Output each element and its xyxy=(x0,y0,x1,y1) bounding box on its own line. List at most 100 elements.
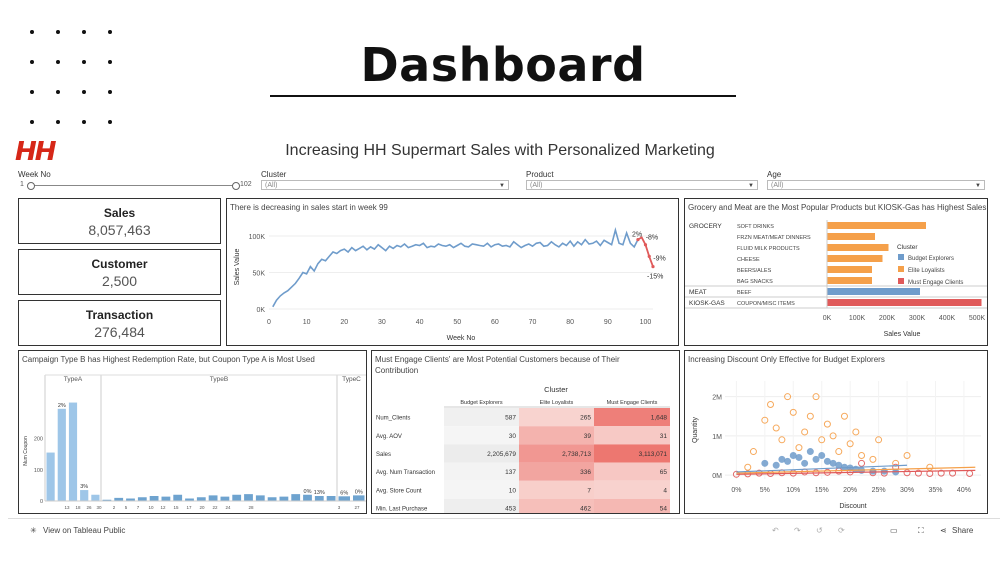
x-tick-label: 5 xyxy=(125,505,128,510)
campaign-panel: Campaign Type B has Highest Redemption R… xyxy=(18,350,367,514)
comment-icon[interactable]: ▭ xyxy=(890,526,898,535)
bar-label: 13% xyxy=(314,490,325,496)
fullscreen-icon[interactable]: ⛶ xyxy=(918,526,924,536)
kpi-label: Transaction xyxy=(85,308,154,322)
x-tick-label: 25% xyxy=(872,487,886,494)
legend-swatch xyxy=(898,278,904,284)
x-tick-label: 2 xyxy=(113,505,116,510)
row-label: Avg. Store Count xyxy=(376,488,422,494)
coupon-bar xyxy=(267,497,277,501)
kpi-card-transaction: Transaction 276,484 xyxy=(18,300,221,346)
product-label: FLUID MILK PRODUCTS xyxy=(737,246,800,252)
table-cell-bg xyxy=(594,426,670,445)
coupon-bar xyxy=(91,494,100,501)
age-filter-value: (All) xyxy=(771,182,784,189)
x-tick-label: 28 xyxy=(248,505,254,510)
campaign-chart[interactable]: Num Coupon0100200TypeA2%3%TypeB0% 13%Type… xyxy=(19,351,366,513)
table-cell-value: 137 xyxy=(505,469,516,476)
undo-icon[interactable]: ↶ xyxy=(772,526,779,535)
share-icon[interactable]: ⋖ xyxy=(940,526,947,535)
decline-point xyxy=(643,243,648,247)
y-axis-title: Sales Value xyxy=(234,248,241,285)
panel-header: TypeB xyxy=(210,376,228,383)
product-label: COUPON/MISC ITEMS xyxy=(737,301,795,307)
annotation-label: 2% xyxy=(632,232,642,239)
product-filter-select[interactable]: (All) ▼ xyxy=(526,180,758,190)
discount-scatter-panel: Increasing Discount Only Effective for B… xyxy=(684,350,988,514)
brand-logo: HH xyxy=(15,137,57,167)
scatter-point xyxy=(812,455,820,463)
x-tick-label: 200K xyxy=(879,315,896,322)
y-axis-title: Quantity xyxy=(692,416,699,443)
x-axis-title: Week No xyxy=(447,335,476,342)
scatter-point xyxy=(806,448,814,456)
x-axis-title: Discount xyxy=(839,503,866,510)
cluster-table[interactable]: ClusterBudget Explorers Elite Loyalists Mu… xyxy=(372,351,679,513)
table-cell-value: 2,205,679 xyxy=(487,451,516,458)
sales-trend-panel: There is decreasing in sales start in we… xyxy=(226,198,679,346)
table-cell-bg xyxy=(519,480,594,499)
product-label: CHEESE xyxy=(737,257,760,263)
column-header: Budget Explorers xyxy=(460,400,502,406)
scatter-point xyxy=(795,453,803,461)
x-tick-label: 0K xyxy=(823,315,832,322)
coupon-bar xyxy=(338,496,350,501)
bar-label: 6% xyxy=(340,490,348,496)
y-tick-label: 2M xyxy=(712,395,722,402)
share-button[interactable]: Share xyxy=(952,526,973,535)
scatter-point xyxy=(926,463,934,471)
column-header: Elite Loyalists xyxy=(540,400,574,406)
sales-trend-chart[interactable]: 0K 50K 100K 0 10 20 30 40 50 60 70 80 90 100 Week No Sa… xyxy=(227,199,678,345)
scatter-point xyxy=(823,420,831,428)
annotation-label: -8% xyxy=(646,234,658,241)
week-slider-min-handle[interactable] xyxy=(27,182,35,190)
tableau-icon: ✳ xyxy=(30,526,37,535)
week-filter-label: Week No xyxy=(18,170,51,179)
x-tick-label: 12 xyxy=(160,505,166,510)
group-label: GROCERY xyxy=(689,223,722,230)
kpi-card-customer: Customer 2,500 xyxy=(18,249,221,295)
title-underline xyxy=(270,95,736,97)
panel-header: TypeC xyxy=(342,376,361,383)
table-cell-value: 30 xyxy=(509,433,517,440)
product-label: BEEF xyxy=(737,290,752,296)
x-tick-label: 7 xyxy=(137,505,140,510)
refresh-icon[interactable]: ⟳ xyxy=(838,526,845,535)
discount-scatter-chart[interactable]: 0M 1M 2M 0% 5% 10% 15% 20% 25% 30% 35% 40% Discount Q… xyxy=(685,351,987,513)
x-tick-label: 30 xyxy=(378,319,386,326)
decorative-dots xyxy=(30,30,140,130)
legend-title: Cluster xyxy=(897,244,918,251)
week-slider[interactable] xyxy=(27,182,240,190)
decline-series-line xyxy=(637,236,654,267)
product-sales-chart[interactable]: GROCERY SOFT DRINKS FRZN MEAT/MEAT DINNERS… xyxy=(685,199,987,345)
redo-icon[interactable]: ↷ xyxy=(794,526,801,535)
scatter-point xyxy=(829,459,837,467)
week-slider-max-handle[interactable] xyxy=(232,182,240,190)
view-on-tableau-link[interactable]: View on Tableau Public xyxy=(43,526,125,535)
product-bar xyxy=(827,244,889,251)
scatter-point xyxy=(767,401,775,409)
kpi-card-sales: Sales 8,057,463 xyxy=(18,198,221,244)
x-tick-label: 27 xyxy=(354,505,360,510)
x-tick-label: 13 xyxy=(64,505,70,510)
x-tick-label: 40 xyxy=(416,319,424,326)
x-tick-label: 30% xyxy=(900,487,914,494)
panel-header: TypeA xyxy=(64,376,83,383)
product-bar xyxy=(827,233,875,240)
x-tick-label: 10 xyxy=(303,319,311,326)
table-cell-value: 31 xyxy=(660,433,668,440)
age-filter-select[interactable]: (All) ▼ xyxy=(767,180,985,190)
cluster-filter-select[interactable]: (All) ▼ xyxy=(261,180,509,190)
product-sales-panel: Grocery and Meat are the Most Popular Pr… xyxy=(684,198,988,346)
annotation-label: -9% xyxy=(653,255,665,262)
coupon-bar xyxy=(232,494,242,501)
x-tick-label: 300K xyxy=(909,315,926,322)
coupon-bar xyxy=(314,496,324,501)
product-bar xyxy=(827,255,883,262)
kpi-value: 2,500 xyxy=(101,273,138,289)
sales-series-line xyxy=(272,227,639,308)
viz-title: Increasing HH Supermart Sales with Perso… xyxy=(285,142,715,159)
week-max-label: 102 xyxy=(240,181,252,188)
table-cell-value: 3,113,071 xyxy=(639,451,668,458)
revert-icon[interactable]: ↺ xyxy=(816,526,823,535)
